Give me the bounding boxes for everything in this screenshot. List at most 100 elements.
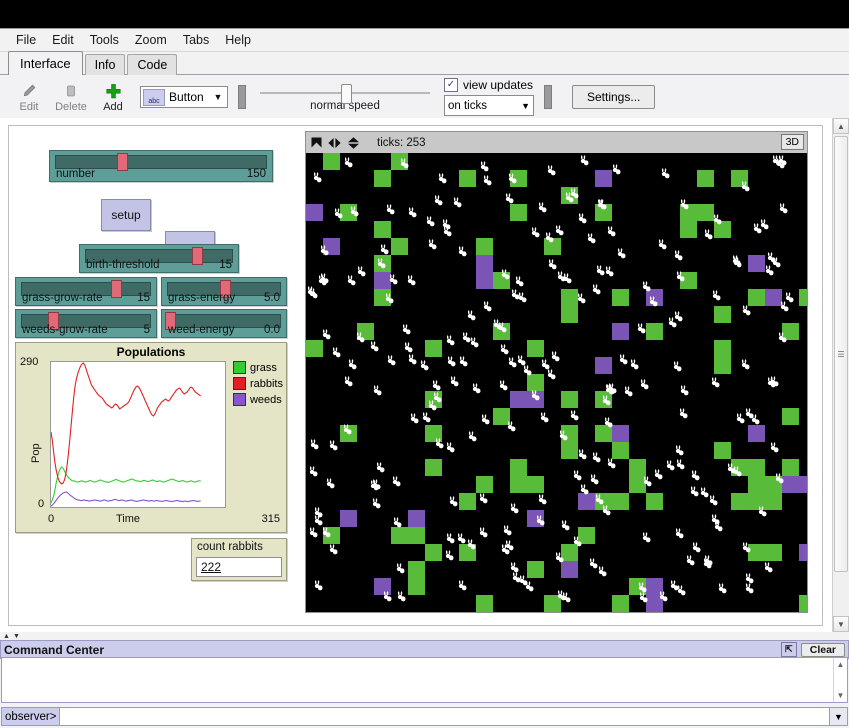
rabbit-turtle (589, 558, 598, 569)
command-center-resize-handles[interactable]: ▲ ▼ (0, 632, 849, 640)
command-input[interactable] (60, 707, 830, 726)
weed-patch (306, 204, 323, 221)
add-button[interactable]: Add (92, 77, 134, 117)
horizontal-arrows-icon[interactable] (327, 137, 342, 149)
rabbit-turtle (404, 342, 413, 353)
rabbit-turtle (449, 496, 458, 507)
collapse-down-icon[interactable]: ▼ (13, 633, 20, 640)
scroll-up-icon[interactable]: ▲ (837, 660, 845, 669)
vertical-arrows-icon[interactable] (346, 136, 361, 150)
menu-item-zoom[interactable]: Zoom (127, 31, 175, 49)
rabbit-turtle (329, 440, 338, 451)
grass-patch (680, 221, 697, 238)
clear-button[interactable]: Clear (800, 642, 845, 657)
command-center-output-scrollbar[interactable]: ▲ ▼ (833, 658, 847, 702)
toolbar-separator-1 (238, 85, 246, 109)
rabbit-turtle (638, 582, 647, 593)
grass-patch (425, 340, 442, 357)
slider-thumb[interactable] (116, 153, 128, 171)
scroll-up-button[interactable]: ▲ (833, 118, 849, 134)
world-view[interactable]: ticks: 253 3D (305, 131, 808, 613)
rabbit-turtle (612, 164, 621, 175)
rabbit-turtle (457, 533, 466, 544)
populations-plot[interactable]: Populations grass rabbits weeds 290 0 0 … (15, 342, 287, 533)
rabbit-turtle (447, 356, 456, 367)
rabbit-turtle (426, 216, 435, 227)
scrollbar-grip-icon: ☰ (837, 349, 845, 359)
rabbit-turtle (658, 239, 667, 250)
slider-thumb[interactable] (192, 247, 203, 265)
collapse-up-icon[interactable]: ▲ (3, 633, 10, 640)
command-center-header-actions: ⇱ Clear (780, 642, 845, 657)
widget-type-value: Button (169, 90, 204, 104)
tab-code[interactable]: Code (127, 54, 178, 75)
settings-button[interactable]: Settings... (572, 85, 656, 109)
switch-to-3d-button[interactable]: 3D (780, 134, 804, 150)
slider-grass-energy[interactable]: grass-energy 5.0 (161, 277, 287, 306)
grass-patch (306, 340, 323, 357)
speed-slider-thumb[interactable] (341, 83, 352, 104)
slider-label: weeds-grow-rate (22, 324, 108, 336)
widget-canvas[interactable]: number 150 setup go ↻ birth-threshold 15 (8, 125, 823, 626)
chevron-down-icon: ▼ (521, 100, 530, 111)
menu-item-help[interactable]: Help (217, 31, 259, 49)
grass-patch (714, 306, 731, 323)
rabbit-turtle (432, 380, 441, 391)
grass-patch (714, 357, 731, 374)
expand-icon[interactable]: ⇱ (780, 642, 797, 657)
rabbit-turtle (745, 573, 754, 584)
speed-slider[interactable]: normal speed (260, 83, 430, 112)
rabbit-turtle (770, 376, 779, 387)
monitor-count-rabbits[interactable]: count rabbits 222 (191, 538, 287, 581)
agent-select-chevron-icon[interactable]: ▼ (830, 707, 848, 726)
rabbit-turtle (428, 400, 437, 411)
grass-patch (510, 459, 527, 476)
view-updates-group: ✓ view updates on ticks ▼ (444, 78, 534, 116)
scroll-down-button[interactable]: ▼ (833, 616, 849, 632)
rabbit-turtle (481, 414, 490, 425)
rabbit-turtle (512, 572, 521, 583)
world-canvas[interactable] (306, 153, 807, 612)
scroll-down-icon[interactable]: ▼ (837, 691, 845, 700)
delete-button[interactable]: Delete (50, 77, 92, 117)
rabbit-turtle (565, 192, 574, 203)
slider-number[interactable]: number 150 (49, 150, 273, 182)
menu-item-file[interactable]: File (8, 31, 44, 49)
legend-swatch-rabbits (232, 377, 246, 390)
rabbit-turtle (402, 324, 411, 335)
widget-type-select[interactable]: abc Button ▼ (140, 86, 228, 108)
interface-vertical-scrollbar[interactable]: ▲ ☰ ▼ (832, 118, 849, 632)
slider-weed-energy[interactable]: weed-energy 0.0 (161, 309, 287, 338)
slider-birth-threshold[interactable]: birth-threshold 15 (79, 244, 239, 273)
tab-info[interactable]: Info (84, 54, 126, 75)
menu-item-tabs[interactable]: Tabs (175, 31, 217, 49)
menu-item-tools[interactable]: Tools (82, 31, 127, 49)
rabbit-turtle (562, 592, 571, 603)
slider-grass-grow-rate[interactable]: grass-grow-rate 15 (15, 277, 157, 306)
edit-button[interactable]: Edit (8, 77, 50, 117)
grass-patch (612, 493, 629, 510)
menu-item-edit[interactable]: Edit (44, 31, 82, 49)
resize-corner-icon[interactable] (310, 136, 323, 149)
slider-thumb[interactable] (110, 280, 122, 298)
rabbit-turtle (310, 439, 319, 450)
grass-patch (748, 476, 765, 493)
setup-button[interactable]: setup (101, 199, 151, 231)
rabbit-turtle (387, 355, 396, 366)
rabbit-turtle (344, 157, 353, 168)
rabbit-turtle (711, 377, 720, 388)
scrollbar-thumb[interactable]: ☰ (834, 136, 848, 572)
rabbit-turtle (376, 462, 385, 473)
slider-weeds-grow-rate[interactable]: weeds-grow-rate 5 (15, 309, 157, 338)
rabbit-turtle (602, 395, 611, 406)
update-mode-select[interactable]: on ticks ▼ (444, 95, 534, 116)
rabbit-turtle (320, 245, 329, 256)
tab-interface[interactable]: Interface (8, 51, 83, 75)
rabbit-turtle (619, 354, 628, 365)
command-center-output[interactable]: ▲ ▼ (1, 657, 848, 703)
rabbit-turtle (313, 172, 322, 183)
rabbit-turtle (357, 266, 366, 277)
rabbit-turtle (467, 539, 476, 550)
view-updates-checkbox[interactable]: ✓ view updates (444, 78, 534, 92)
rabbit-turtle (577, 293, 586, 304)
